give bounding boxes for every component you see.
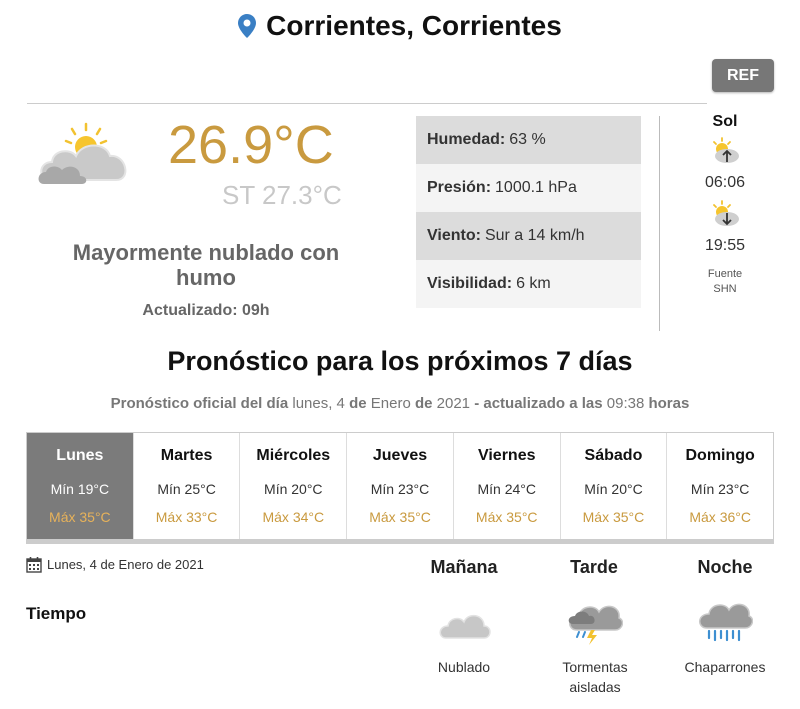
day-name: Martes bbox=[160, 447, 213, 464]
divider bbox=[27, 103, 707, 104]
day-tab-viernes[interactable]: Viernes Mín 24°C Máx 35°C bbox=[454, 433, 561, 539]
sunset-icon bbox=[713, 200, 739, 226]
current-temperature: 26.9°C bbox=[168, 115, 334, 175]
sub-de: de bbox=[414, 395, 433, 412]
day-tab-lunes[interactable]: Lunes Mín 19°C Máx 35°C bbox=[27, 433, 134, 539]
stat-label: Visibilidad: bbox=[427, 275, 513, 292]
stat-value: 63 % bbox=[509, 131, 546, 148]
day-max: Máx 35°C bbox=[475, 509, 538, 525]
stat-humidity: Humedad: 63 % bbox=[416, 116, 641, 164]
stat-label: Presión: bbox=[427, 179, 492, 196]
sub-month: Enero bbox=[370, 395, 411, 412]
weather-label: Tormentas aisladas bbox=[535, 657, 655, 697]
showers-icon bbox=[699, 603, 754, 642]
day-min: Mín 24°C bbox=[477, 481, 536, 497]
cloudy-icon bbox=[439, 614, 491, 639]
updated-time: Actualizado: 09h bbox=[142, 302, 270, 319]
source-label: Fuente bbox=[707, 268, 743, 280]
day-min: Mín 19°C bbox=[50, 481, 110, 497]
day-max: Máx 35°C bbox=[49, 509, 111, 525]
current-condition: Mayormente nublado con humo bbox=[72, 240, 340, 290]
sub-day: lunes, 4 bbox=[292, 395, 345, 412]
partly-cloudy-icon bbox=[38, 122, 127, 184]
day-tab-miercoles[interactable]: Miércoles Mín 20°C Máx 34°C bbox=[240, 433, 348, 539]
day-min: Mín 23°C bbox=[370, 481, 430, 497]
period-tarde: Tarde bbox=[570, 557, 618, 577]
day-min: Mín 23°C bbox=[690, 481, 750, 497]
weather-label-line: Tormentas bbox=[562, 659, 628, 675]
stat-value: 6 km bbox=[516, 275, 551, 292]
day-tab-sabado[interactable]: Sábado Mín 20°C Máx 35°C bbox=[561, 433, 668, 539]
location-pin-icon bbox=[238, 14, 257, 38]
detail-date-text: Lunes, 4 de Enero de 2021 bbox=[47, 557, 204, 572]
tiempo-label: Tiempo bbox=[26, 604, 87, 623]
stat-wind: Viento: Sur a 14 km/h bbox=[416, 212, 641, 260]
weather-noche: Chaparrones bbox=[665, 600, 785, 677]
source-name: SHN bbox=[713, 283, 737, 295]
day-name: Lunes bbox=[56, 447, 104, 464]
forecast-days: Lunes Mín 19°C Máx 35°C Martes Mín 25°C … bbox=[26, 432, 774, 540]
sun-panel: Sol 06:06 19:55 Fuente SHN bbox=[682, 113, 768, 297]
day-name: Sábado bbox=[584, 447, 643, 464]
stat-visibility: Visibilidad: 6 km bbox=[416, 260, 641, 308]
day-max: Máx 36°C bbox=[689, 509, 751, 525]
day-max: Máx 34°C bbox=[262, 509, 325, 525]
calendar-icon bbox=[26, 557, 42, 573]
day-min: Mín 20°C bbox=[264, 481, 323, 497]
sun-source: Fuente SHN bbox=[682, 267, 768, 297]
day-tab-domingo[interactable]: Domingo Mín 23°C Máx 36°C bbox=[667, 433, 773, 539]
day-tab-jueves[interactable]: Jueves Mín 23°C Máx 35°C bbox=[347, 433, 454, 539]
period-manana: Mañana bbox=[430, 557, 498, 577]
period-noche: Noche bbox=[697, 557, 753, 577]
weather-label: Chaparrones bbox=[684, 659, 766, 675]
day-max: Máx 33°C bbox=[155, 509, 218, 525]
day-name: Jueves bbox=[372, 447, 428, 464]
stat-value: Sur a 14 km/h bbox=[484, 227, 585, 244]
feels-like-temperature: ST 27.3°C bbox=[222, 180, 342, 210]
stat-label: Viento: bbox=[427, 227, 481, 244]
vertical-divider bbox=[659, 116, 660, 331]
day-tab-martes[interactable]: Martes Mín 25°C Máx 33°C bbox=[134, 433, 241, 539]
day-name: Miércoles bbox=[256, 447, 331, 464]
location-title: Corrientes, Corrientes bbox=[238, 10, 562, 42]
weather-tarde: Tormentas aisladas bbox=[535, 600, 655, 697]
sub-time: 09:38 bbox=[606, 395, 645, 412]
forecast-subtitle: Pronóstico oficial del día lunes, 4 de E… bbox=[0, 395, 800, 412]
detail-date: Lunes, 4 de Enero de 2021 bbox=[26, 556, 204, 573]
day-min: Mín 20°C bbox=[584, 481, 643, 497]
day-min: Mín 25°C bbox=[157, 481, 216, 497]
forecast-title: Pronóstico para los próximos 7 días bbox=[167, 346, 633, 376]
sub-updated: - actualizado a las bbox=[474, 395, 603, 412]
sub-hours: horas bbox=[648, 395, 690, 412]
weather-manana: Nublado bbox=[404, 600, 524, 677]
current-stats-table: Humedad: 63 % Presión: 1000.1 hPa Viento… bbox=[416, 116, 641, 308]
sun-title: Sol bbox=[712, 113, 738, 130]
days-underline bbox=[26, 540, 774, 544]
day-name: Domingo bbox=[685, 447, 755, 464]
sub-de: de bbox=[349, 395, 367, 412]
stat-label: Humedad: bbox=[427, 131, 506, 148]
day-max: Máx 35°C bbox=[582, 509, 645, 525]
thunderstorm-icon bbox=[568, 605, 624, 645]
stat-value: 1000.1 hPa bbox=[495, 179, 577, 196]
sunset-time: 19:55 bbox=[704, 237, 746, 254]
sub-prefix: Pronóstico oficial del día bbox=[110, 395, 289, 412]
location-header: Corrientes, Corrientes bbox=[0, 10, 800, 43]
ref-button[interactable]: REF bbox=[712, 59, 774, 92]
day-name: Viernes bbox=[477, 447, 536, 464]
sub-year: 2021 bbox=[436, 395, 471, 412]
sunrise-icon bbox=[713, 137, 739, 163]
sunrise-time: 06:06 bbox=[704, 174, 746, 191]
stat-pressure: Presión: 1000.1 hPa bbox=[416, 164, 641, 212]
day-max: Máx 35°C bbox=[369, 509, 431, 525]
weather-label-line: aisladas bbox=[569, 679, 621, 695]
location-name: Corrientes, Corrientes bbox=[266, 10, 562, 41]
weather-label: Nublado bbox=[437, 659, 491, 675]
